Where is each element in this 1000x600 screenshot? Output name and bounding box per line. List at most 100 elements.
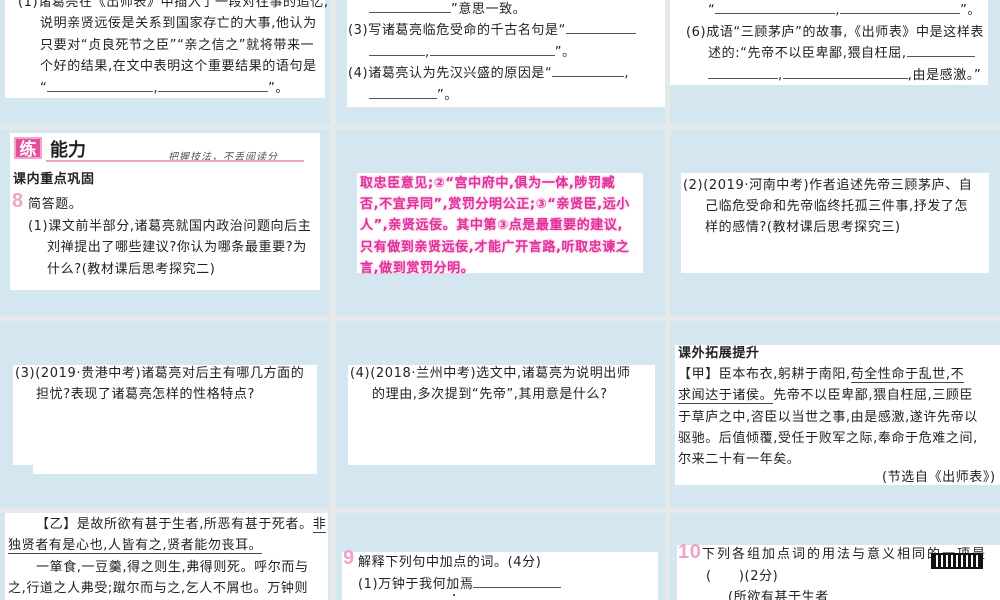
question-text: 刘禅提出了哪些建议?你认为哪条最重要?为 (47, 240, 307, 255)
slide-2[interactable]: ”意思一致。 (3)写诸葛亮临危受命的千古名句是“ ,”。 (4)诸葛亮认为先汉… (336, 0, 665, 125)
answer-text: 言,做到赏罚分明。 (360, 261, 475, 276)
answer-blank[interactable] (473, 576, 562, 588)
text: (4)诸葛亮认为先汉兴盛的原因是“ (348, 66, 553, 81)
answer-blank-line: “,”。 (708, 2, 981, 20)
practice-badge: 练 (14, 137, 42, 160)
question-text: 什么?(教材课后思考探究二) (47, 262, 216, 277)
text: 焉 (459, 577, 474, 592)
quote: ”。 (437, 88, 458, 103)
text: ”意思一致。 (451, 2, 527, 17)
passage-text: 之,行道之人弗受;蹴尔而与之,乞人不屑也。万钟则 (8, 581, 309, 596)
question-text: (1)万钟于我何加焉 (358, 576, 562, 594)
option-text: (所欲有甚于生者 (728, 590, 829, 600)
question-text: (1)诸葛亮在《出师表》中插入了一段对往事的追忆, (18, 0, 329, 10)
underlined-text: 独贤者有是心也,人皆有之,贤者能勿丧耳。 (8, 538, 263, 554)
answer-blank[interactable] (429, 44, 555, 56)
question-text: 说明亲贤远佞是关系到国家存亡的大事,他认为 (40, 16, 317, 31)
quote: ”。 (554, 45, 576, 60)
question-text: 解释下列句中加点的词。(4分) (358, 555, 542, 570)
question-text: 只要对“贞良死节之臣”“亲之信之”就将带来一 (40, 38, 315, 53)
question-text: 己临危受命和先帝临终托孤三件事,抒发了怎 (705, 199, 969, 214)
slide-9[interactable]: 课外拓展提升 【甲】臣本布衣,躬耕于南阳,苟全性命于乱世,不 求闻达于诸侯。先帝… (670, 321, 1000, 508)
answer-blank[interactable] (782, 67, 908, 79)
passage-text: 于草庐之中,咨臣以当世之事,由是感激,遂许先帝以 (678, 410, 978, 425)
quote: ”。 (960, 3, 982, 18)
subsection-heading: 课外拓展提升 (678, 346, 760, 361)
answer-blank[interactable] (369, 44, 425, 56)
question-type: 简答题。 (28, 197, 83, 212)
question-text: (3)写诸葛亮临危受命的千古名句是“ (348, 22, 636, 40)
question-text: 个好的结果,在文中表明这个重要结果的语句是 (40, 59, 317, 74)
slide-7[interactable]: (3)(2019·贵港中考)诸葛亮对后主有哪几方面的 担忧?表现了诸葛亮怎样的性… (0, 321, 330, 508)
subsection-heading: 课内重点巩固 (13, 172, 95, 187)
section-title: 能力 (50, 140, 86, 161)
answer-blank[interactable] (158, 80, 269, 92)
question-text: (3)(2019·贵港中考)诸葛亮对后主有哪几方面的 (15, 366, 305, 381)
slide-3[interactable]: “,”。 (6)成语“三顾茅庐”的故事,《出师表》中是这样表 述的:“先帝不以臣… (670, 0, 1000, 125)
answer-blank-line: , ,由是感激。” (708, 67, 981, 85)
slide-12[interactable]: 10 下列各组加点词的用法与意义相同的一项是 ( )(2分) (所欲有甚于生者 (670, 513, 1000, 600)
question-number: 8 (12, 190, 24, 212)
slide-6[interactable]: (2)(2019·河南中考)作者追述先帝三顾茅庐、自 己临危受命和先帝临终托孤三… (670, 130, 1000, 316)
answer-blank[interactable] (708, 67, 778, 79)
text: 述的:“先帝不以臣卑鄙,猥自枉屈, (708, 46, 907, 61)
question-number: 9 (343, 547, 355, 569)
text: ,由是感激。” (907, 68, 982, 83)
quote: ”。 (268, 81, 290, 96)
answer-text: 取忠臣意见;②“宫中府中,俱为一体,陟罚臧 (360, 176, 616, 191)
answer-blank[interactable] (369, 87, 437, 99)
answer-blank[interactable] (47, 80, 154, 92)
underlined-text: 求闻达于诸侯。 (678, 388, 774, 404)
text: 【甲】臣本布衣,躬耕于南阳, (678, 367, 851, 382)
answer-blank[interactable] (906, 45, 975, 57)
question-text: 样的感情?(教材课后思考探究三) (705, 220, 901, 235)
answer-blank[interactable] (369, 1, 451, 13)
slide-4[interactable]: 练 能力 把握技法，不丢阅读分 课内重点巩固 8 简答题。 (1)课文前半部分,… (0, 130, 330, 316)
passage-source: (节选自《出师表》) (882, 470, 996, 485)
passage-text: 独贤者有是心也,人皆有之,贤者能勿丧耳。 (8, 537, 263, 555)
question-text: (2)(2019·河南中考)作者追述先帝三顾茅庐、自 (683, 178, 973, 193)
passage-text: 【乙】是故所欲有甚于生者,所恶有甚于死者。非 (36, 516, 327, 534)
text: 【乙】是故所欲有甚于生者,所恶有甚于死者。 (36, 517, 313, 532)
question-text: (4)诸葛亮认为先汉兴盛的原因是“, (348, 65, 629, 83)
card-extension (33, 461, 317, 474)
question-text: 担忧?表现了诸葛亮怎样的性格特点? (36, 387, 255, 402)
answer-text: 否,不宜异同”,赏罚分明公正;③“亲贤臣,远小 (360, 197, 630, 212)
answer-blank[interactable] (552, 65, 625, 77)
question-text: (4)(2018·兰州中考)选文中,诸葛亮为说明出师 (350, 366, 631, 381)
passage-text: 一箪食,一豆羹,得之则生,弗得则死。呼尔而与 (36, 560, 309, 575)
question-number: 10 (678, 541, 702, 563)
answer-text: 只有做到亲贤远佞,才能广开言路,听取忠谏之 (360, 240, 630, 255)
qr-code-icon[interactable] (931, 553, 983, 569)
dotted-word: 加 (446, 577, 460, 592)
passage-text: 【甲】臣本布衣,躬耕于南阳,苟全性命于乱世,不 (678, 366, 965, 384)
question-text: (1)课文前半部分,诸葛亮就国内政治问题向后主 (28, 219, 312, 234)
slide-8[interactable]: (4)(2018·兰州中考)选文中,诸葛亮为说明出师 的理由,多次提到“先帝”,… (336, 321, 665, 508)
underlined-text: 非 (312, 517, 327, 533)
slide-1[interactable]: (1)诸葛亮在《出师表》中插入了一段对往事的追忆, 说明亲贤远佞是关系到国家存亡… (0, 0, 330, 125)
text: (1)万钟于我何 (358, 577, 447, 592)
comma: , (624, 66, 630, 81)
answer-text: 人”,亲贤远佞。其中第③点是最重要的建议, (360, 218, 624, 233)
text: 先帝不以臣卑鄙,猥自枉屈,三顾臣 (773, 388, 974, 403)
underlined-text: 苟全性命于乱世,不 (850, 367, 965, 383)
question-text: ( )(2分) (706, 569, 779, 584)
passage-text: 尔来二十有一年矣。 (678, 452, 801, 467)
answer-blank-line: ”。 (369, 87, 458, 105)
slide-11[interactable]: 9 解释下列句中加点的词。(4分) (1)万钟于我何加焉 (336, 513, 665, 600)
question-text: 述的:“先帝不以臣卑鄙,猥自枉屈, (708, 45, 975, 63)
answer-blank[interactable] (840, 2, 961, 14)
question-text: 的理由,多次提到“先帝”,其用意是什么? (372, 387, 608, 402)
question-text: ”意思一致。 (369, 1, 526, 19)
slide-5[interactable]: 取忠臣意见;②“宫中府中,俱为一体,陟罚臧 否,不宜异同”,赏罚分明公正;③“亲… (336, 130, 665, 316)
passage-text: 驱驰。后值倾覆,受任于败军之际,奉命于危难之间, (678, 431, 978, 446)
slide-10[interactable]: 【乙】是故所欲有甚于生者,所恶有甚于死者。非 独贤者有是心也,人皆有之,贤者能勿… (0, 513, 330, 600)
title-divider (46, 160, 304, 162)
answer-blank[interactable] (565, 22, 636, 34)
answer-blank[interactable] (715, 2, 836, 14)
text: (3)写诸葛亮临危受命的千古名句是“ (348, 23, 566, 38)
answer-blank-line: “,”。 (40, 80, 289, 98)
quote: “ (708, 3, 716, 18)
question-text: (6)成语“三顾茅庐”的故事,《出师表》中是这样表 (686, 25, 985, 40)
answer-blank-line: ,”。 (369, 44, 576, 62)
